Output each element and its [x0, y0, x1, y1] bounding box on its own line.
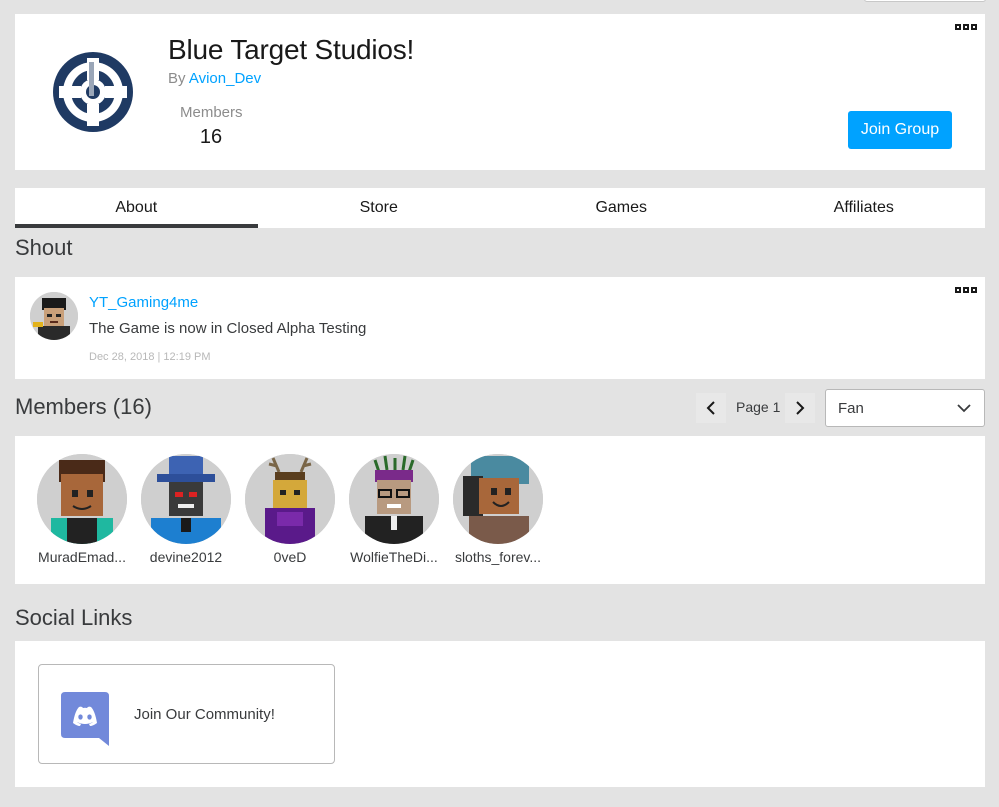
- shout-message: The Game is now in Closed Alpha Testing: [89, 320, 367, 337]
- shout-title: Shout: [15, 235, 73, 260]
- chevron-left-icon: [706, 401, 715, 415]
- member-avatar: [37, 454, 127, 544]
- tab-about[interactable]: About: [15, 188, 258, 228]
- group-header: Blue Target Studios! By Avion_Dev Member…: [15, 14, 985, 170]
- members-list: MuradEmad... devine2012 0veD WolfieTheDi…: [15, 436, 985, 584]
- tab-affiliates[interactable]: Affiliates: [743, 188, 986, 228]
- chevron-right-icon: [796, 401, 805, 415]
- discord-link[interactable]: Join Our Community!: [38, 664, 335, 764]
- member-name: WolfieTheDi...: [350, 549, 438, 565]
- join-group-button[interactable]: Join Group: [848, 111, 952, 149]
- tab-store[interactable]: Store: [258, 188, 501, 228]
- member-name: devine2012: [149, 549, 223, 565]
- member-tile[interactable]: MuradEmad...: [36, 454, 128, 565]
- role-select-dropdown[interactable]: Fan: [825, 389, 985, 427]
- member-tile[interactable]: 0veD: [244, 454, 336, 565]
- group-more-options-icon[interactable]: [955, 24, 977, 30]
- social-links-card: Join Our Community!: [15, 641, 985, 787]
- member-tile[interactable]: devine2012: [140, 454, 232, 565]
- social-links-title: Social Links: [15, 605, 133, 630]
- shout-card: YT_Gaming4me The Game is now in Closed A…: [15, 277, 985, 379]
- member-avatar: [453, 454, 543, 544]
- discord-icon: [61, 692, 109, 746]
- pager-next-button[interactable]: [785, 393, 815, 423]
- member-tile[interactable]: WolfieTheDi...: [348, 454, 440, 565]
- shout-user-avatar[interactable]: [30, 292, 78, 340]
- by-prefix: By: [168, 70, 186, 87]
- pager-prev-button[interactable]: [696, 393, 726, 423]
- owner-link[interactable]: Avion_Dev: [189, 70, 261, 87]
- pager-page-label: Page 1: [736, 399, 781, 415]
- shout-username-link[interactable]: YT_Gaming4me: [89, 294, 198, 311]
- members-count: 16: [199, 126, 223, 148]
- discord-link-label: Join Our Community!: [134, 706, 275, 723]
- member-name: sloths_forev...: [454, 549, 542, 565]
- member-name: 0veD: [273, 549, 307, 565]
- shout-timestamp: Dec 28, 2018 | 12:19 PM: [89, 351, 211, 363]
- role-select-value: Fan: [838, 400, 864, 417]
- group-tabs: About Store Games Affiliates: [15, 188, 985, 228]
- top-dropdown-edge: [864, 0, 986, 2]
- shout-more-options-icon[interactable]: [955, 287, 977, 293]
- member-avatar: [349, 454, 439, 544]
- members-label: Members: [180, 104, 243, 121]
- group-name: Blue Target Studios!: [168, 34, 415, 65]
- group-logo-icon: [53, 52, 133, 132]
- members-section-title: Members (16): [15, 394, 152, 419]
- member-avatar: [141, 454, 231, 544]
- member-avatar: [245, 454, 335, 544]
- chevron-down-icon: [957, 404, 971, 413]
- tab-games[interactable]: Games: [500, 188, 743, 228]
- group-owner-line: By Avion_Dev: [168, 70, 261, 87]
- member-name: MuradEmad...: [38, 549, 126, 565]
- member-tile[interactable]: sloths_forev...: [452, 454, 544, 565]
